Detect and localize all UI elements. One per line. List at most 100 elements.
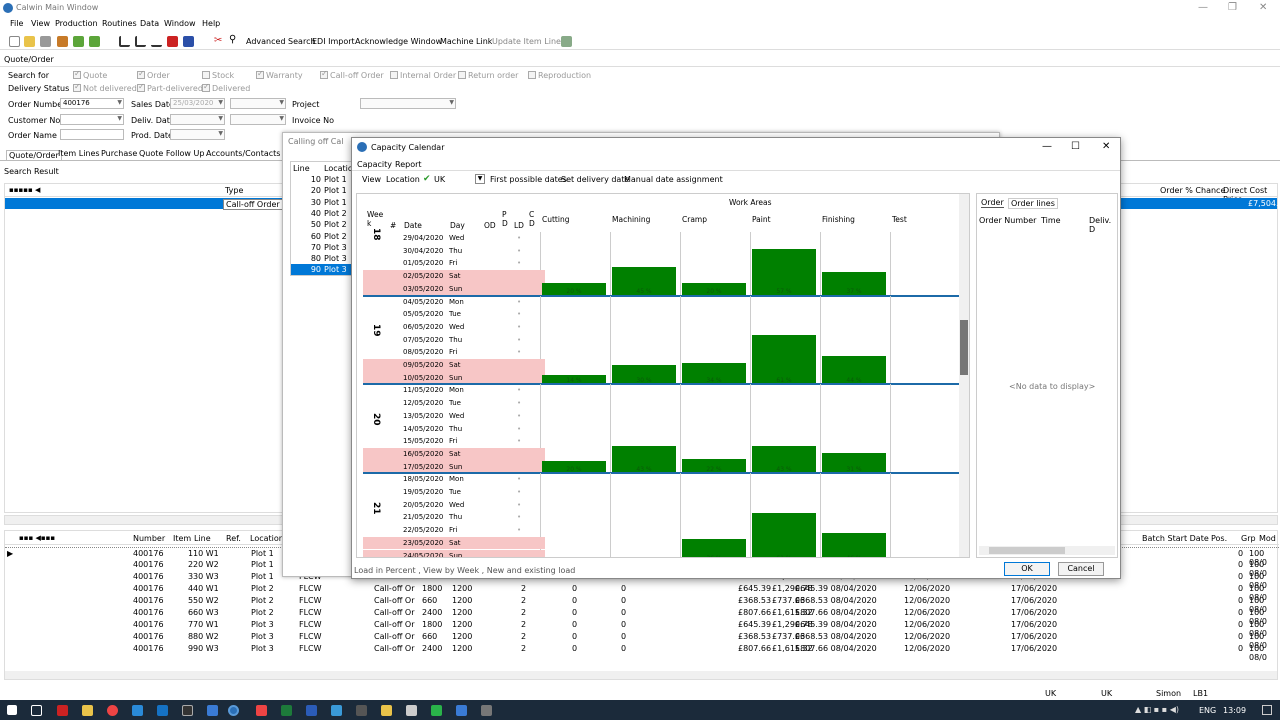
task-view-icon[interactable] <box>31 705 42 716</box>
app-r-icon[interactable] <box>57 705 68 716</box>
area-header-finishing[interactable]: Finishing <box>822 215 855 224</box>
area-header-machining[interactable]: Machining <box>612 215 650 224</box>
chrome-icon[interactable] <box>107 705 118 716</box>
scrollbar-thumb[interactable] <box>960 320 968 375</box>
notification-icon[interactable] <box>1262 705 1272 715</box>
calendar-day-row[interactable]: 21/05/2020 Thu • <box>363 511 545 524</box>
load-bar-cramp[interactable]: 22 % <box>682 459 746 474</box>
header-number[interactable]: Number <box>133 534 165 543</box>
horizontal-scrollbar[interactable] <box>5 671 1277 679</box>
header-line[interactable]: Line <box>293 164 310 173</box>
menu-file[interactable]: File <box>10 19 23 28</box>
table-row[interactable]: 400176 5 50 W2 Plot 2 FLCW Call-off Or 660 1200… <box>5 595 1279 614</box>
mail-icon[interactable] <box>157 705 168 716</box>
tab-quote-order[interactable]: Quote/Order <box>6 150 62 160</box>
table-row[interactable]: 400176 4 40 W1 Plot 2 FLCW Call-off Or 1800 120… <box>5 583 1279 602</box>
calendar-day-row[interactable]: 24/05/2020 Sun <box>363 549 545 557</box>
delivered-checkbox[interactable] <box>202 82 210 92</box>
set-delivery-date-button[interactable]: Set delivery date <box>561 175 629 184</box>
calloff-row[interactable]: 90 Plot 3 <box>291 264 351 276</box>
minimize-icon[interactable]: — <box>1198 2 1208 13</box>
calloff-row[interactable]: 10 Plot 1 <box>291 174 351 185</box>
up-icon[interactable] <box>73 36 84 47</box>
menu-production[interactable]: Production <box>55 19 98 28</box>
table-row[interactable]: 400176 6 60 W3 Plot 2 FLCW Call-off Or 2400 120… <box>5 607 1279 626</box>
calendar-day-row[interactable]: 30/04/2020 Thu • <box>363 245 545 258</box>
calendar-day-row[interactable]: 18/05/2020 Mon • <box>363 473 545 486</box>
scrollbar-thumb[interactable] <box>989 547 1065 554</box>
close-icon[interactable]: ✕ <box>1259 2 1267 13</box>
manual-date-assignment-button[interactable]: Manual date assignment <box>624 175 723 184</box>
outlook-icon[interactable] <box>132 705 143 716</box>
tab-quote-follow-up[interactable]: Quote Follow Up <box>139 149 204 158</box>
calloff-row[interactable]: 20 Plot 1 <box>291 185 351 196</box>
calloff-checkbox[interactable] <box>320 69 328 79</box>
header-item[interactable]: Item <box>173 534 191 543</box>
dropdown-icon[interactable]: ▼ <box>218 115 223 122</box>
search-icon[interactable]: ⚲ <box>229 34 240 45</box>
area-header-cramp[interactable]: Cramp <box>682 215 707 224</box>
load-bar-cramp[interactable]: 34 % <box>682 362 746 385</box>
menu-report[interactable]: Report <box>395 160 422 169</box>
menu-help[interactable]: Help <box>202 19 220 28</box>
header-deliv[interactable]: Deliv. D <box>1089 216 1117 234</box>
load-bar-paint[interactable]: 61 % <box>752 513 816 557</box>
calendar-day-row[interactable]: 29/04/2020 Wed • <box>363 232 545 245</box>
return-order-checkbox[interactable] <box>458 71 466 79</box>
location-dropdown-icon[interactable]: ▼ <box>475 174 485 184</box>
acknowledge-window-link[interactable]: Acknowledge Window <box>355 37 442 46</box>
calendar-day-row[interactable]: 20/05/2020 Wed • <box>363 499 545 512</box>
app3-icon[interactable] <box>356 705 367 716</box>
header-mod[interactable]: Mod <box>1259 534 1276 543</box>
app4-icon[interactable] <box>381 705 392 716</box>
load-bar-machining[interactable]: 45 % <box>612 266 676 296</box>
calendar-day-row[interactable]: 14/05/2020 Thu • <box>363 423 545 436</box>
word2-icon[interactable] <box>306 705 317 716</box>
truck-icon[interactable] <box>167 36 178 47</box>
view-button[interactable]: View <box>362 175 381 184</box>
calloff-row[interactable]: 80 Plot 3 <box>291 253 351 264</box>
calendar-day-row[interactable]: 06/05/2020 Wed • <box>363 321 545 334</box>
header-time[interactable]: Time <box>1041 216 1061 225</box>
first-possible-dates-button[interactable]: First possible dates <box>490 175 567 184</box>
misc-icon[interactable] <box>561 36 572 47</box>
horizontal-scrollbar[interactable] <box>979 546 1115 555</box>
load-bar-machining[interactable]: 43 % <box>612 445 676 474</box>
app7-icon[interactable] <box>456 705 467 716</box>
tab-accounts-contacts[interactable]: Accounts/Contacts <box>206 149 280 158</box>
customer-field[interactable]: ▼ <box>60 114 124 125</box>
order-name-field[interactable] <box>60 129 124 140</box>
terminal-icon[interactable] <box>182 705 193 716</box>
calendar-icon[interactable] <box>183 36 194 47</box>
dropdown-icon[interactable]: ▼ <box>117 99 122 106</box>
calendar-day-row[interactable]: 02/05/2020 Sat <box>363 270 545 283</box>
print-icon[interactable] <box>40 36 51 47</box>
dropdown-icon[interactable]: ▼ <box>218 99 223 106</box>
tab-purchase[interactable]: Purchase <box>101 149 137 158</box>
new-icon[interactable] <box>9 36 20 47</box>
menu-window[interactable]: Window <box>164 19 196 28</box>
vertical-scrollbar[interactable] <box>959 194 969 557</box>
tools-icon[interactable]: ✂ <box>214 35 225 46</box>
deliv-date-to-field[interactable]: ▼ <box>230 114 286 125</box>
app8-icon[interactable] <box>481 705 492 716</box>
minimize-icon[interactable]: — <box>1042 141 1052 152</box>
app5-icon[interactable] <box>406 705 417 716</box>
calendar-day-row[interactable]: 05/05/2020 Tue • <box>363 308 545 321</box>
order-chance-header[interactable]: Order % Chance <box>1160 186 1225 195</box>
table-row[interactable]: 400176 8 80 W2 Plot 3 FLCW Call-off Or 660 1200… <box>5 631 1279 650</box>
calendar-day-row[interactable]: 15/05/2020 Fri • <box>363 435 545 448</box>
update-item-lines-link[interactable]: Update Item Lines <box>492 37 565 46</box>
calwin-icon[interactable] <box>228 705 239 716</box>
load-bar-paint[interactable]: 57 % <box>752 249 816 296</box>
tab-order-lines[interactable]: Order lines <box>1008 198 1058 209</box>
menu-data[interactable]: Data <box>140 19 159 28</box>
calloff-row[interactable]: 50 Plot 2 <box>291 219 351 230</box>
load-bar-finishing[interactable]: 46 % <box>822 532 886 557</box>
prod-date-field[interactable]: ▼ <box>170 129 225 140</box>
chart2-icon[interactable] <box>135 36 146 47</box>
line-icon[interactable] <box>151 36 162 47</box>
calloff-row[interactable]: 40 Plot 2 <box>291 208 351 219</box>
quote-checkbox[interactable] <box>73 69 81 79</box>
grid-tool-icons[interactable]: ▪▪▪ ◀▪▪▪ <box>19 534 55 542</box>
